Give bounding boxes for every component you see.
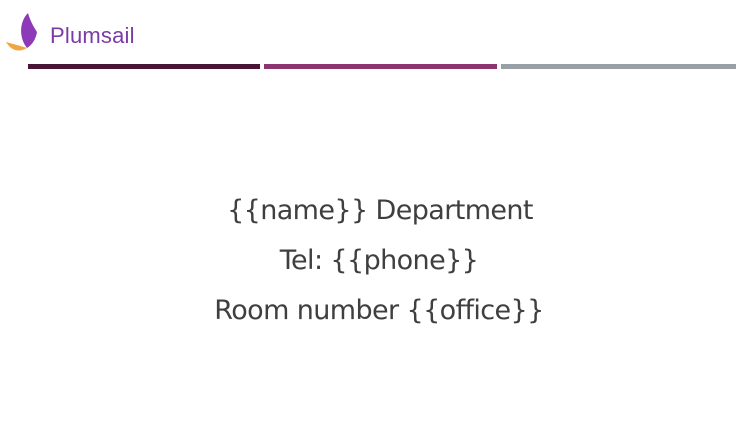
divider-segment-plum xyxy=(264,64,497,69)
signature-slide: Plumsail {{name}} Department Tel: {{phon… xyxy=(0,0,752,422)
divider-segment-dark-plum xyxy=(28,64,260,69)
brand-name: Plumsail xyxy=(50,23,135,48)
header-divider xyxy=(28,64,736,69)
brand-logo: Plumsail xyxy=(6,12,156,56)
department-line: {{name}} Department xyxy=(227,195,533,226)
phone-line: Tel: {{phone}} xyxy=(279,245,479,276)
signature-body: {{name}} Department Tel: {{phone}} Room … xyxy=(0,186,752,336)
divider-segment-gray xyxy=(501,64,736,69)
plumsail-logo-icon xyxy=(6,13,37,51)
room-line: Room number {{office}} xyxy=(214,295,544,326)
